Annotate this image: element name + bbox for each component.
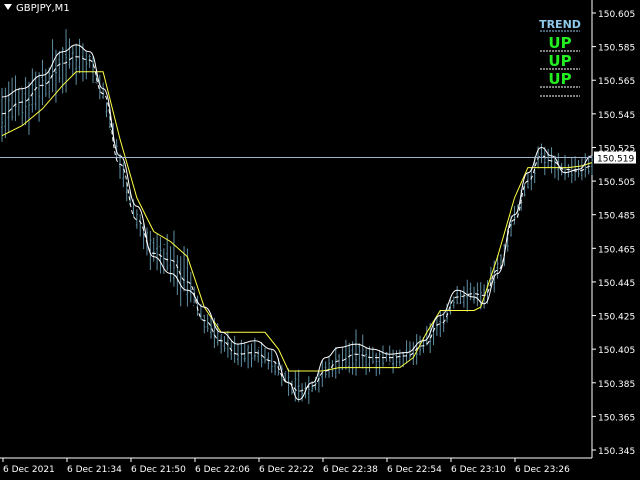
price-tick-label: 150.565: [598, 77, 635, 87]
price-tick-label: 150.505: [598, 178, 635, 188]
time-tick-label: 6 Dec 21:50: [131, 465, 186, 475]
middle-band-line: [1, 56, 593, 392]
price-tick-label: 150.545: [598, 111, 635, 121]
price-tick-label: 150.465: [598, 245, 635, 255]
current-price-label: 150.519: [597, 155, 634, 165]
trend-header: TREND: [539, 18, 581, 31]
price-chart[interactable]: 150.519 150.605 150.585 150.565 150.545 150.5…: [0, 0, 640, 480]
price-tick-label: 150.585: [598, 44, 635, 54]
time-tick-label: 6 Dec 22:54: [387, 465, 442, 475]
time-tick-label: 6 Dec 23:26: [515, 465, 570, 475]
price-tick-label: 150.425: [598, 313, 635, 323]
price-tick-label: 150.445: [598, 279, 635, 289]
trend-row-up: UP: [548, 70, 571, 88]
time-tick-label: 6 Dec 22:22: [259, 465, 314, 475]
chart-window[interactable]: GBPJPY,M1 150.519 150.605 150.585 150.565 15…: [0, 0, 640, 480]
time-tick-label: 6 Dec 21:34: [67, 465, 122, 475]
trend-row-up: UP: [548, 52, 571, 70]
price-tick-label: 150.345: [598, 447, 635, 457]
upper-band-line: [1, 44, 593, 401]
time-tick-label: 6 Dec 23:10: [451, 465, 506, 475]
price-tick-label: 150.385: [598, 380, 635, 390]
price-tick-label: 150.405: [598, 346, 635, 356]
time-tick-label: 6 Dec 22:06: [195, 465, 250, 475]
lower-band-line: [1, 71, 593, 372]
price-tick-label: 150.605: [598, 10, 635, 20]
price-tick-label: 150.365: [598, 413, 635, 423]
price-tick-label: 150.485: [598, 212, 635, 222]
time-tick-label: 6 Dec 22:38: [323, 465, 378, 475]
time-tick-label: 6 Dec 2021: [3, 465, 55, 475]
trend-row-up: UP: [548, 34, 571, 52]
price-tick-label: 150.525: [598, 144, 635, 154]
